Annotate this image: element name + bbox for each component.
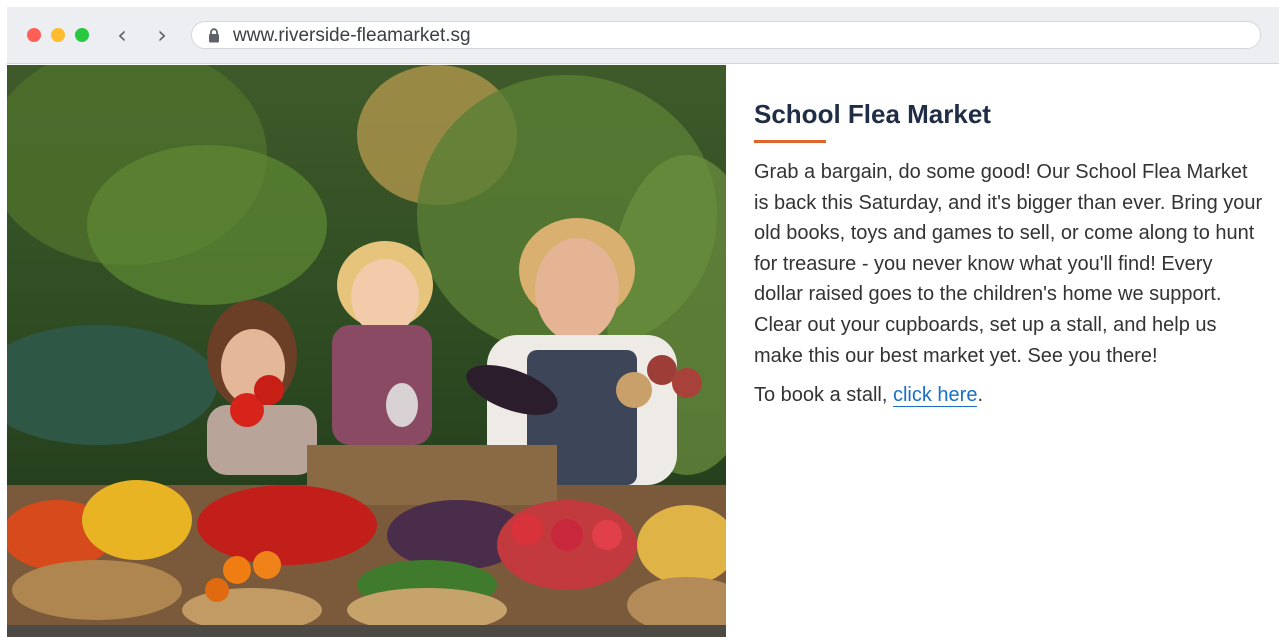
booking-prefix: To book a stall, (754, 384, 893, 407)
article: School Flea Market Grab a bargain, do so… (754, 98, 1264, 410)
booking-line: To book a stall, click here. (754, 380, 1264, 410)
chevron-left-icon[interactable]: ‹ (110, 21, 134, 49)
minimize-window-button[interactable] (51, 28, 65, 42)
page-title: School Flea Market (754, 99, 991, 129)
url-text[interactable]: www.riverside-fleamarket.sg (233, 26, 471, 46)
browser-toolbar: ‹ › www.riverside-fleamarket.sg (7, 7, 1279, 64)
maximize-window-button[interactable] (75, 28, 89, 42)
lock-icon (209, 28, 219, 43)
browser-window: ‹ › www.riverside-fleamarket.sg School F… (7, 7, 1279, 637)
close-window-button[interactable] (27, 28, 41, 42)
chevron-right-icon[interactable]: › (150, 21, 174, 49)
booking-suffix: . (977, 384, 984, 407)
address-bar[interactable]: www.riverside-fleamarket.sg (191, 21, 1261, 49)
book-stall-link[interactable]: click here (892, 384, 978, 408)
article-paragraph: Grab a bargain, do some good! Our School… (754, 161, 1263, 367)
title-underline (754, 140, 826, 143)
market-hero-image (7, 65, 726, 637)
